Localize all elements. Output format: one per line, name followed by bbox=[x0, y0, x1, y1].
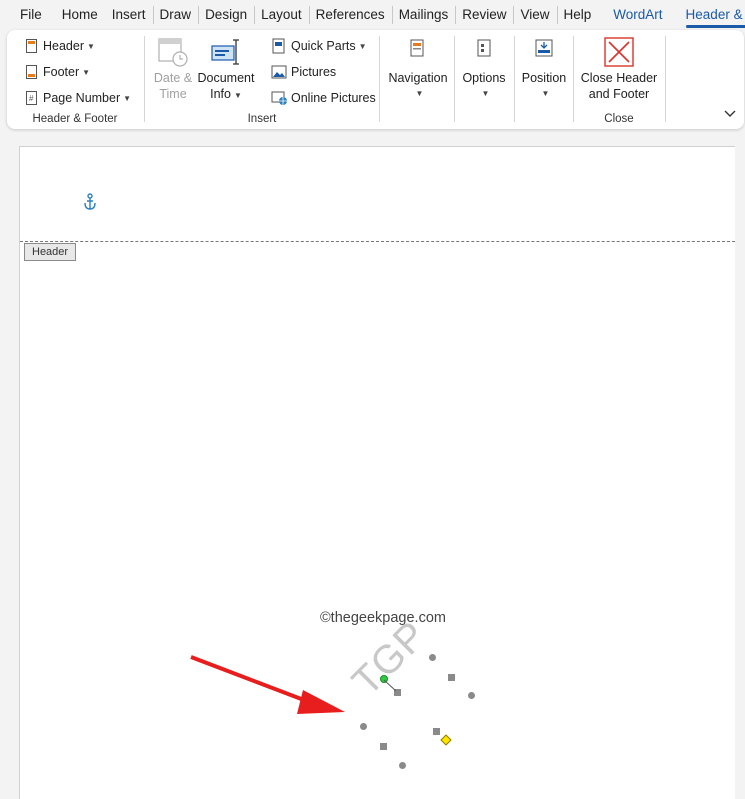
tab-draw[interactable]: Draw bbox=[153, 0, 199, 29]
page-number-button[interactable]: # Page Number ▼ bbox=[23, 87, 131, 109]
ribbon-expand-chevron-icon[interactable] bbox=[724, 109, 736, 121]
tab-wordart[interactable]: WordArt bbox=[606, 0, 669, 29]
footer-doc-icon bbox=[23, 64, 39, 80]
calendar-clock-icon bbox=[157, 36, 189, 68]
group-divider bbox=[379, 36, 380, 122]
position-button[interactable]: Position ▼ bbox=[518, 36, 570, 102]
group-insert: Date & Time Document Info ▼ Quick Parts ▼ bbox=[145, 30, 379, 129]
document-info-button[interactable]: Document Info ▼ bbox=[197, 36, 255, 104]
group-divider bbox=[514, 36, 515, 122]
quick-parts-button[interactable]: Quick Parts ▼ bbox=[271, 35, 367, 57]
site-watermark: ©thegeekpage.com bbox=[320, 610, 446, 626]
chevron-down-icon: ▼ bbox=[233, 91, 242, 100]
position-icon bbox=[528, 36, 560, 68]
tab-references[interactable]: References bbox=[309, 0, 393, 29]
resize-handle[interactable] bbox=[468, 692, 475, 699]
tab-home[interactable]: Home bbox=[55, 0, 105, 29]
chevron-down-icon: ▼ bbox=[481, 89, 490, 98]
quick-parts-icon bbox=[271, 38, 287, 54]
chevron-down-icon: ▼ bbox=[541, 89, 550, 98]
tab-help[interactable]: Help bbox=[557, 0, 599, 29]
online-pictures-button[interactable]: Online Pictures bbox=[271, 87, 376, 109]
tab-insert[interactable]: Insert bbox=[105, 0, 154, 29]
resize-handle[interactable] bbox=[429, 654, 436, 661]
close-x-icon bbox=[603, 36, 635, 68]
page-number-icon: # bbox=[23, 90, 39, 106]
group-divider bbox=[665, 36, 666, 122]
anchor-icon[interactable] bbox=[82, 193, 98, 216]
chevron-down-icon: ▼ bbox=[123, 93, 132, 103]
chevron-down-icon: ▼ bbox=[82, 67, 91, 77]
group-label-header-footer: Header & Footer bbox=[32, 113, 118, 125]
tab-view[interactable]: View bbox=[513, 0, 558, 29]
group-label-close: Close bbox=[604, 113, 634, 125]
resize-handle[interactable] bbox=[448, 674, 455, 681]
resize-handle[interactable] bbox=[433, 728, 440, 735]
chevron-down-icon: ▼ bbox=[87, 41, 95, 51]
pictures-button[interactable]: Pictures bbox=[271, 61, 336, 83]
chevron-down-icon: ▼ bbox=[415, 89, 424, 98]
options-button[interactable]: Options ▼ bbox=[459, 36, 509, 102]
resize-handle[interactable] bbox=[360, 723, 367, 730]
pointer-arrow-icon bbox=[190, 655, 345, 714]
date-time-button[interactable]: Date & Time bbox=[151, 36, 195, 102]
group-divider bbox=[454, 36, 455, 122]
options-icon bbox=[468, 36, 500, 68]
tab-review[interactable]: Review bbox=[455, 0, 515, 29]
ribbon-panel: Header ▼ Footer ▼ # Page Number ▼ Header & … bbox=[7, 30, 744, 129]
online-picture-icon bbox=[271, 90, 287, 106]
tab-layout[interactable]: Layout bbox=[254, 0, 310, 29]
tab-design[interactable]: Design bbox=[198, 0, 256, 29]
rotation-handle-connector bbox=[383, 679, 397, 692]
document-info-icon bbox=[210, 36, 242, 68]
header-boundary-line bbox=[20, 241, 735, 242]
resize-handle[interactable] bbox=[399, 762, 406, 769]
navigation-icon bbox=[402, 36, 434, 68]
ribbon-tab-bar: File Home Insert Draw Design Layout Refe… bbox=[0, 0, 745, 29]
footer-button[interactable]: Footer ▼ bbox=[23, 61, 90, 83]
tab-mailings[interactable]: Mailings bbox=[392, 0, 456, 29]
header-doc-icon bbox=[23, 38, 39, 54]
resize-handle[interactable] bbox=[380, 743, 387, 750]
group-close: Close Header and Footer Close bbox=[574, 30, 664, 129]
picture-icon bbox=[271, 64, 287, 80]
close-header-footer-button[interactable]: Close Header and Footer bbox=[574, 36, 664, 102]
header-button[interactable]: Header ▼ bbox=[23, 35, 95, 57]
group-label-insert: Insert bbox=[247, 113, 277, 125]
chevron-down-icon: ▼ bbox=[358, 41, 367, 51]
navigation-button[interactable]: Navigation ▼ bbox=[385, 36, 451, 102]
tab-file[interactable]: File bbox=[0, 0, 55, 29]
header-tag: Header bbox=[24, 243, 77, 261]
group-header-footer: Header ▼ Footer ▼ # Page Number ▼ Header & … bbox=[7, 30, 143, 129]
tab-header-footer[interactable]: Header & Foc bbox=[670, 0, 745, 29]
